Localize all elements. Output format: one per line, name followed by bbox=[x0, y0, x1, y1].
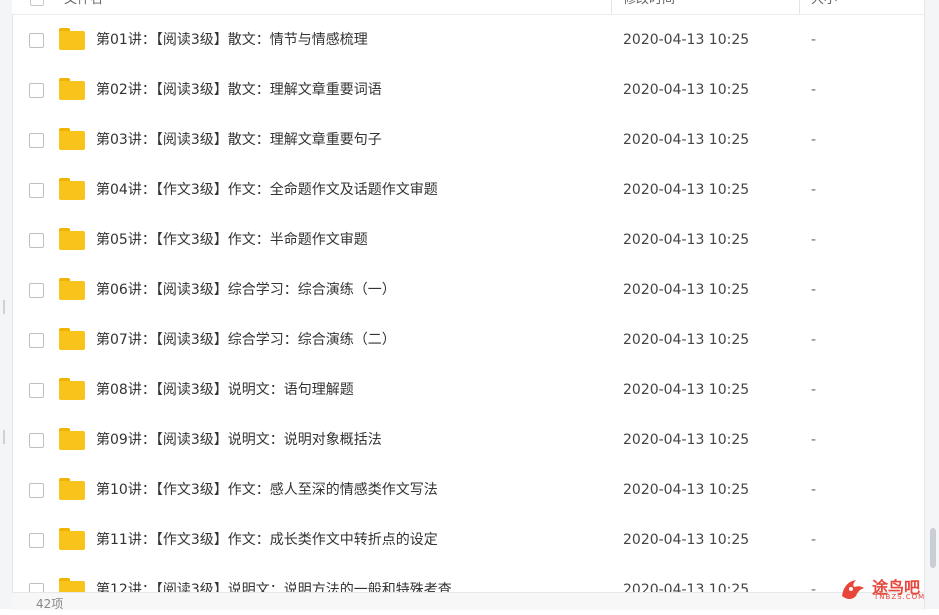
file-row[interactable]: 第07讲：【阅读3级】综合学习：综合演练（二） 2020-04-13 10:25 - bbox=[12, 315, 925, 365]
row-checkbox[interactable] bbox=[29, 333, 44, 348]
folder-icon[interactable] bbox=[59, 378, 85, 400]
watermark-logo: 途鸟吧 TNBZS.COM bbox=[838, 572, 936, 606]
vertical-scrollbar[interactable] bbox=[924, 0, 939, 609]
file-row[interactable]: 第02讲：【阅读3级】散文：理解文章重要词语 2020-04-13 10:25 - bbox=[12, 65, 925, 115]
file-row[interactable]: 第06讲：【阅读3级】综合学习：综合演练（一） 2020-04-13 10:25 - bbox=[12, 265, 925, 315]
modified-date: 2020-04-13 10:25 bbox=[623, 232, 750, 248]
file-row[interactable]: 第01讲：【阅读3级】散文：情节与情感梳理 2020-04-13 10:25 - bbox=[12, 15, 925, 65]
folder-icon-body bbox=[59, 31, 85, 50]
left-edge-marker bbox=[3, 300, 5, 314]
file-list: 第01讲：【阅读3级】散文：情节与情感梳理 2020-04-13 10:25- 第0… bbox=[12, 15, 925, 615]
row-checkbox[interactable] bbox=[29, 83, 44, 98]
modified-date: 2020-04-13 10:25 bbox=[623, 482, 750, 498]
folder-icon-body bbox=[59, 431, 85, 450]
file-name[interactable]: 第04讲：【作文3级】作文：全命题作文及话题作文审题 bbox=[96, 165, 438, 215]
row-checkbox[interactable] bbox=[29, 483, 44, 498]
row-checkbox[interactable] bbox=[29, 133, 44, 148]
row-checkbox[interactable] bbox=[29, 533, 44, 548]
modified-date: 2020-04-13 10:25 bbox=[623, 282, 750, 298]
row-checkbox[interactable] bbox=[29, 33, 44, 48]
folder-icon[interactable] bbox=[59, 78, 85, 100]
folder-icon-body bbox=[59, 81, 85, 100]
status-bar: 42项 bbox=[12, 592, 925, 611]
file-size: - bbox=[811, 232, 817, 248]
file-size: - bbox=[811, 332, 817, 348]
row-checkbox[interactable] bbox=[29, 433, 44, 448]
folder-icon-body bbox=[59, 481, 85, 500]
modified-date: 2020-04-13 10:25 bbox=[623, 382, 750, 398]
row-checkbox[interactable] bbox=[29, 233, 44, 248]
row-checkbox[interactable] bbox=[29, 383, 44, 398]
column-header-date[interactable]: 修改时间 bbox=[623, 0, 675, 14]
modified-date: 2020-04-13 10:25 bbox=[623, 332, 750, 348]
file-list-header: 文件名 修改时间 大小 bbox=[12, 0, 925, 15]
left-edge-marker bbox=[3, 430, 5, 444]
file-row[interactable]: 第08讲：【阅读3级】说明文：语句理解题 2020-04-13 10:25 - bbox=[12, 365, 925, 415]
folder-icon[interactable] bbox=[59, 278, 85, 300]
file-name[interactable]: 第05讲：【作文3级】作文：半命题作文审题 bbox=[96, 215, 368, 265]
file-name[interactable]: 第06讲：【阅读3级】综合学习：综合演练（一） bbox=[96, 265, 396, 315]
modified-date: 2020-04-13 10:25 bbox=[623, 32, 750, 48]
file-name[interactable]: 第07讲：【阅读3级】综合学习：综合演练（二） bbox=[96, 315, 396, 365]
file-size: - bbox=[811, 482, 817, 498]
column-divider[interactable] bbox=[611, 0, 612, 14]
file-row[interactable]: 第10讲：【作文3级】作文：感人至深的情感类作文写法 2020-04-13 10:… bbox=[12, 465, 925, 515]
folder-icon[interactable] bbox=[59, 528, 85, 550]
file-row[interactable]: 第04讲：【作文3级】作文：全命题作文及话题作文审题 2020-04-13 10:… bbox=[12, 165, 925, 215]
file-name[interactable]: 第03讲：【阅读3级】散文：理解文章重要句子 bbox=[96, 115, 382, 165]
watermark-subtext: TNBZS.COM bbox=[874, 593, 926, 601]
file-size: - bbox=[811, 132, 817, 148]
modified-date: 2020-04-13 10:25 bbox=[623, 432, 750, 448]
folder-icon-body bbox=[59, 281, 85, 300]
select-all-checkbox[interactable] bbox=[30, 0, 44, 6]
file-name[interactable]: 第08讲：【阅读3级】说明文：语句理解题 bbox=[96, 365, 354, 415]
folder-icon[interactable] bbox=[59, 428, 85, 450]
folder-icon-body bbox=[59, 381, 85, 400]
folder-icon[interactable] bbox=[59, 128, 85, 150]
folder-icon[interactable] bbox=[59, 478, 85, 500]
column-header-size[interactable]: 大小 bbox=[811, 0, 837, 14]
folder-icon[interactable] bbox=[59, 328, 85, 350]
row-checkbox[interactable] bbox=[29, 183, 44, 198]
file-size: - bbox=[811, 382, 817, 398]
modified-date: 2020-04-13 10:25 bbox=[623, 82, 750, 98]
modified-date: 2020-04-13 10:25 bbox=[623, 532, 750, 548]
file-size: - bbox=[811, 32, 817, 48]
watermark-bird-icon bbox=[842, 580, 864, 599]
folder-icon-body bbox=[59, 331, 85, 350]
folder-icon-body bbox=[59, 131, 85, 150]
file-size: - bbox=[811, 282, 817, 298]
modified-date: 2020-04-13 10:25 bbox=[623, 132, 750, 148]
folder-icon-body bbox=[59, 531, 85, 550]
folder-icon[interactable] bbox=[59, 228, 85, 250]
folder-icon[interactable] bbox=[59, 178, 85, 200]
file-row[interactable]: 第05讲：【作文3级】作文：半命题作文审题 2020-04-13 10:25 - bbox=[12, 215, 925, 265]
column-header-name[interactable]: 文件名 bbox=[64, 0, 103, 14]
scrollbar-thumb[interactable] bbox=[930, 528, 936, 568]
file-row[interactable]: 第03讲：【阅读3级】散文：理解文章重要句子 2020-04-13 10:25 - bbox=[12, 115, 925, 165]
folder-icon-body bbox=[59, 231, 85, 250]
file-name[interactable]: 第11讲：【作文3级】作文：成长类作文中转折点的设定 bbox=[96, 515, 438, 565]
file-name[interactable]: 第01讲：【阅读3级】散文：情节与情感梳理 bbox=[96, 15, 368, 65]
file-row[interactable]: 第11讲：【作文3级】作文：成长类作文中转折点的设定 2020-04-13 10:… bbox=[12, 515, 925, 565]
file-name[interactable]: 第02讲：【阅读3级】散文：理解文章重要词语 bbox=[96, 65, 382, 115]
file-name[interactable]: 第09讲：【阅读3级】说明文：说明对象概括法 bbox=[96, 415, 382, 465]
column-divider[interactable] bbox=[799, 0, 800, 14]
file-size: - bbox=[811, 82, 817, 98]
modified-date: 2020-04-13 10:25 bbox=[623, 182, 750, 198]
file-size: - bbox=[811, 432, 817, 448]
folder-icon-body bbox=[59, 181, 85, 200]
row-checkbox[interactable] bbox=[29, 283, 44, 298]
file-size: - bbox=[811, 182, 817, 198]
file-row[interactable]: 第09讲：【阅读3级】说明文：说明对象概括法 2020-04-13 10:25 - bbox=[12, 415, 925, 465]
folder-icon[interactable] bbox=[59, 28, 85, 50]
file-name[interactable]: 第10讲：【作文3级】作文：感人至深的情感类作文写法 bbox=[96, 465, 438, 515]
file-size: - bbox=[811, 532, 817, 548]
